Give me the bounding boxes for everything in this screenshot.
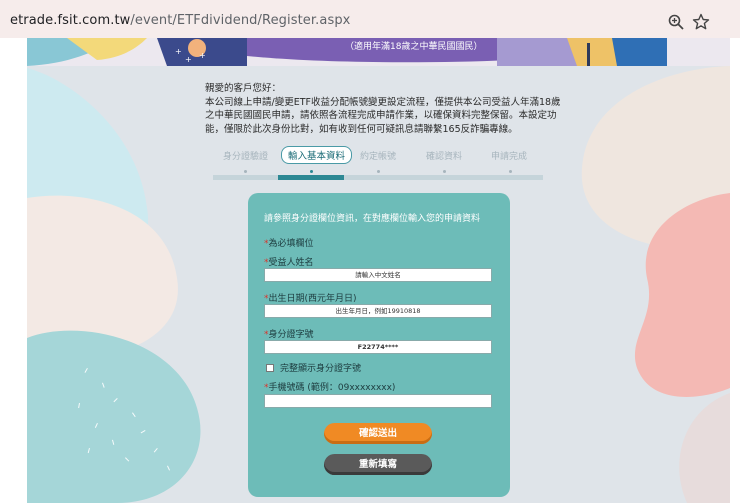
- url-text[interactable]: etrade.fsit.com.tw/event/ETFdividend/Reg…: [10, 13, 350, 28]
- progress-track-active: [278, 175, 344, 180]
- eligibility-note: （適用年滿18歲之中華民國國民）: [345, 42, 483, 52]
- name-label-text: 受益人姓名: [268, 258, 314, 268]
- dob-label-text: 出生日期(西元年月日): [268, 294, 357, 304]
- step-dot: [244, 170, 247, 173]
- address-bar[interactable]: etrade.fsit.com.tw/event/ETFdividend/Reg…: [0, 4, 740, 34]
- step-dot: [310, 170, 313, 173]
- step-dot: [377, 170, 380, 173]
- step-id-verify: 身分證驗證: [223, 152, 269, 162]
- submit-button[interactable]: 確認送出: [324, 423, 432, 444]
- browser-toolbar: etrade.fsit.com.tw/event/ETFdividend/Reg…: [0, 0, 740, 38]
- svg-text:+: +: [185, 55, 192, 64]
- url-host: etrade.fsit.com.tw: [10, 13, 131, 28]
- id-label: *身分證字號: [264, 327, 314, 340]
- zoom-icon[interactable]: [667, 13, 685, 31]
- id-input[interactable]: F22774****: [264, 340, 492, 354]
- bookmark-star-icon[interactable]: [692, 13, 710, 31]
- step-complete: 申請完成: [491, 152, 528, 162]
- required-note: *為必填欄位: [264, 236, 314, 249]
- show-id-toggle[interactable]: 完整顯示身分證字號: [266, 361, 361, 374]
- step-basic-info: 輸入基本資料: [281, 146, 353, 164]
- show-id-checkbox[interactable]: [266, 364, 274, 372]
- show-id-label: 完整顯示身分證字號: [280, 364, 362, 374]
- name-input[interactable]: 請輸入中文姓名: [264, 268, 492, 282]
- intro-body: 本公司線上申請/變更ETF收益分配帳號變更設定流程，僅提供本公司受益人年滿18歲…: [205, 96, 561, 135]
- phone-label-text: 手機號碼 (範例：09xxxxxxxx): [268, 383, 396, 393]
- svg-text:+: +: [199, 51, 206, 60]
- required-note-text: 為必填欄位: [268, 239, 314, 249]
- right-gutter: [730, 38, 740, 503]
- id-label-text: 身分證字號: [268, 330, 314, 340]
- name-label: *受益人姓名: [264, 255, 314, 268]
- phone-input[interactable]: [264, 394, 492, 408]
- hero-banner: + + + （適用年滿18歲之中華民國國民）: [27, 38, 730, 66]
- application-form: 請參照身分證欄位資訊，在對應欄位輸入您的申請資料 *為必填欄位 *受益人姓名 請…: [248, 193, 510, 497]
- greeting: 親愛的客戶您好：: [205, 83, 282, 94]
- step-dot: [443, 170, 446, 173]
- step-dot: [509, 170, 512, 173]
- form-instruction: 請參照身分證欄位資訊，在對應欄位輸入您的申請資料: [264, 214, 481, 224]
- svg-text:+: +: [175, 47, 182, 56]
- progress-steps: 身分證驗證 輸入基本資料 約定帳號 確認資料 申請完成: [213, 146, 543, 182]
- url-path: /event/ETFdividend/Register.aspx: [130, 13, 351, 28]
- intro-text: 親愛的客戶您好： 本公司線上申請/變更ETF收益分配帳號變更設定流程，僅提供本公…: [205, 82, 565, 136]
- left-gutter: [0, 38, 27, 503]
- phone-label: *手機號碼 (範例：09xxxxxxxx): [264, 380, 395, 393]
- step-account: 約定帳號: [360, 152, 397, 162]
- progress-track: [213, 175, 543, 180]
- reset-button[interactable]: 重新填寫: [324, 454, 432, 475]
- dob-input[interactable]: 出生年月日，例如19910818: [264, 304, 492, 318]
- step-confirm: 確認資料: [426, 152, 463, 162]
- dob-label: *出生日期(西元年月日): [264, 291, 357, 304]
- web-page: + + + （適用年滿18歲之中華民國國民） 親愛的客戶您好： 本公司線上申請/…: [27, 38, 730, 503]
